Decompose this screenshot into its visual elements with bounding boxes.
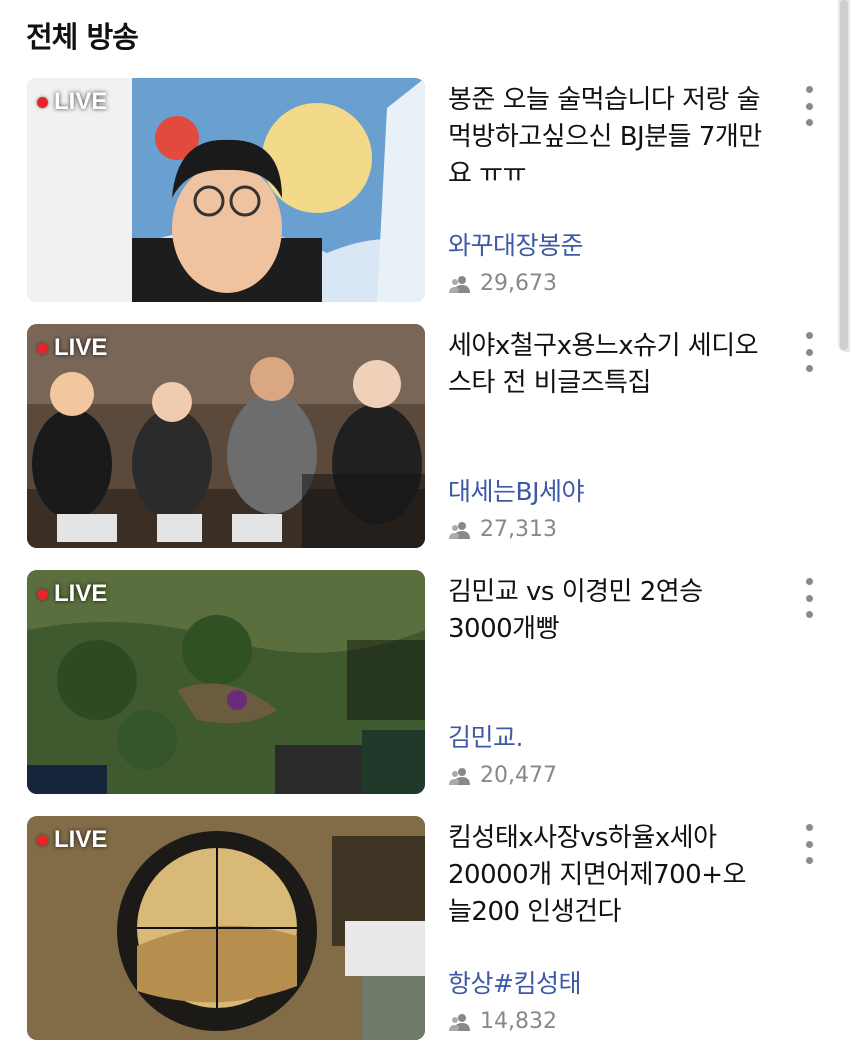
channel-name[interactable]: 김민교. <box>448 718 523 754</box>
viewer-count-value: 29,673 <box>480 271 557 296</box>
viewer-count: 29,673 <box>448 271 557 296</box>
broadcast-title[interactable]: 봉준 오늘 술먹습니다 저랑 술먹방하고싶으신 BJ분들 7개만요 ㅠㅠ <box>448 82 768 193</box>
viewer-count: 20,477 <box>448 763 557 788</box>
red-dot-icon <box>37 342 48 354</box>
more-vert-icon[interactable] <box>798 332 820 372</box>
people-icon <box>449 1013 470 1031</box>
live-badge: LIVE <box>37 334 107 362</box>
live-label: LIVE <box>54 826 108 853</box>
live-badge: LIVE <box>37 88 107 116</box>
broadcast-card[interactable]: LIVE 세야x철구x용느x슈기 세디오스타 전 비글즈특집 대세는BJ세야 2… <box>0 324 850 554</box>
live-label: LIVE <box>54 580 108 607</box>
people-icon <box>449 275 470 293</box>
broadcast-thumbnail[interactable]: LIVE <box>27 324 425 548</box>
live-badge: LIVE <box>37 580 107 608</box>
viewer-count: 14,832 <box>448 1009 557 1034</box>
people-icon <box>449 767 470 785</box>
broadcast-card[interactable]: LIVE 킴성태x사장vs하율x세아 20000개 지면어제700+오늘200 … <box>0 816 850 1046</box>
broadcast-title[interactable]: 세야x철구x용느x슈기 세디오스타 전 비글즈특집 <box>448 328 768 402</box>
red-dot-icon <box>37 588 48 600</box>
red-dot-icon <box>37 834 48 846</box>
broadcast-title[interactable]: 킴성태x사장vs하율x세아 20000개 지면어제700+오늘200 인생건다 <box>448 820 768 931</box>
viewer-count-value: 27,313 <box>480 517 557 542</box>
broadcast-thumbnail[interactable]: LIVE <box>27 570 425 794</box>
red-dot-icon <box>37 96 48 108</box>
more-vert-icon[interactable] <box>798 824 820 864</box>
broadcast-card[interactable]: LIVE 봉준 오늘 술먹습니다 저랑 술먹방하고싶으신 BJ분들 7개만요 ㅠ… <box>0 78 850 308</box>
more-vert-icon[interactable] <box>798 86 820 126</box>
live-badge: LIVE <box>37 826 107 854</box>
channel-name[interactable]: 항상#킴성태 <box>448 964 581 1000</box>
broadcast-title[interactable]: 김민교 vs 이경민 2연승 3000개빵 <box>448 574 768 648</box>
viewer-count-value: 14,832 <box>480 1009 557 1034</box>
channel-name[interactable]: 와꾸대장봉준 <box>448 226 584 262</box>
channel-name[interactable]: 대세는BJ세야 <box>448 472 585 508</box>
more-vert-icon[interactable] <box>798 578 820 618</box>
viewer-count: 27,313 <box>448 517 557 542</box>
section-title: 전체 방송 <box>26 20 139 54</box>
broadcast-thumbnail[interactable]: LIVE <box>27 816 425 1040</box>
live-label: LIVE <box>54 88 108 115</box>
broadcast-thumbnail[interactable]: LIVE <box>27 78 425 302</box>
people-icon <box>449 521 470 539</box>
live-label: LIVE <box>54 334 108 361</box>
broadcast-card[interactable]: LIVE 김민교 vs 이경민 2연승 3000개빵 김민교. 20,477 <box>0 570 850 800</box>
viewer-count-value: 20,477 <box>480 763 557 788</box>
